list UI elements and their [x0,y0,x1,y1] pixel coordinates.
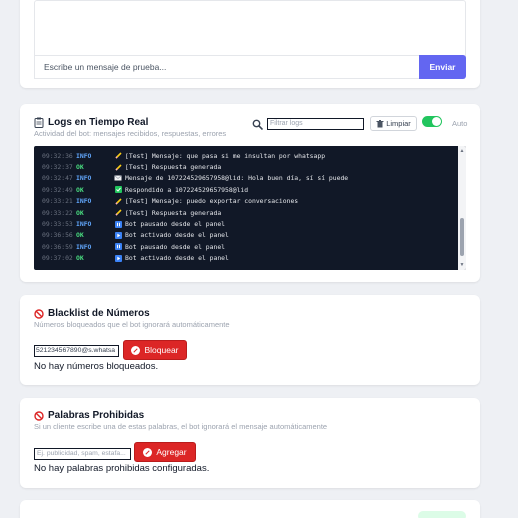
send-button[interactable]: Enviar [419,55,466,79]
prohibited-icon [34,410,44,421]
prohibited-icon [34,308,44,319]
log-entry: 09:36:59 INFO Bot pausado desde el panel [42,241,452,252]
log-timestamp: 09:32:47 [42,174,73,183]
block-number-button[interactable]: Bloquear [123,340,187,360]
pencil-icon [113,152,123,160]
log-lines: 09:32:36 INFO [Test] Mensaje: que pasa si … [42,150,452,264]
check-square-icon [113,186,123,194]
log-timestamp: 09:37:02 [42,254,73,263]
log-timestamp: 09:33:22 [42,208,73,217]
forbidden-words-title-text: Palabras Prohibidas [48,410,145,421]
blacklist-title-text: Blacklist de Números [48,308,150,319]
logs-title: Logs en Tiempo Real [34,117,148,128]
pencil-icon [113,209,123,217]
log-message: [Test] Respuesta generada [125,208,222,217]
log-level: INFO [76,220,92,229]
auto-scroll-toggle[interactable] [422,116,442,127]
block-button-label: Bloquear [144,345,179,355]
forbidden-word-input[interactable]: Ej. publicidad, spam, estafa... [34,448,131,460]
forbidden-words-empty-text: No hay palabras prohibidas configuradas. [34,463,210,474]
log-timestamp: 09:32:36 [42,151,73,160]
log-timestamp: 09:33:21 [42,197,73,206]
auto-scroll-label: Auto [452,119,468,128]
envelope-icon [113,174,123,182]
pause-square-icon [113,220,123,228]
forbidden-words-card: Palabras Prohibidas Si un cliente escrib… [20,398,480,488]
pencil-icon [113,163,123,171]
log-entry: 09:32:36 INFO [Test] Mensaje: que pasa si … [42,150,452,161]
status-badge [418,511,466,518]
log-message: Mensaje de 107224529657958@lid: Hola bue… [125,174,349,183]
clear-logs-button[interactable]: Limpiar [370,116,417,131]
log-entry: 09:33:22 OK [Test] Respuesta generada [42,207,452,218]
logs-terminal: 09:32:36 INFO [Test] Mensaje: que pasa si … [34,146,466,270]
chat-messages-area [34,0,466,62]
logs-subtitle: Actividad del bot: mensajes recibidos, r… [34,129,227,138]
trash-icon [376,119,384,127]
log-level: INFO [76,151,92,160]
clear-logs-label: Limpiar [386,119,411,128]
block-icon [143,447,153,457]
log-message: Bot pausado desde el panel [125,242,226,251]
logs-scrollbar[interactable]: ▲ ▼ [458,146,466,270]
log-message: [Test] Mensaje: puedo exportar conversac… [125,197,299,206]
add-word-button[interactable]: Agregar [134,442,196,462]
play-square-icon [113,254,123,262]
log-timestamp: 09:32:37 [42,163,73,172]
blacklist-title: Blacklist de Números [34,308,150,319]
log-level: INFO [76,197,92,206]
log-entry: 09:32:37 OK [Test] Respuesta generada [42,161,452,172]
log-entry: 09:33:53 INFO Bot pausado desde el panel [42,218,452,229]
next-card [20,500,480,518]
clipboard-icon [34,117,44,128]
log-level: INFO [76,174,92,183]
forbidden-words-title: Palabras Prohibidas [34,410,144,421]
chat-input-row: Escribe un mensaje de prueba... Enviar [34,55,466,79]
log-entry: 09:32:47 INFO Mensaje de 107224529657958@l… [42,173,452,184]
blacklist-card: Blacklist de Números Números bloqueados … [20,295,480,385]
search-icon [252,119,263,130]
log-message: Bot pausado desde el panel [125,220,226,229]
scroll-down-arrow-icon[interactable]: ▼ [459,262,465,268]
chat-message-input[interactable]: Escribe un mensaje de prueba... [34,55,419,79]
log-timestamp: 09:32:49 [42,185,73,194]
log-entry: 09:36:56 OK Bot activado desde el panel [42,230,452,241]
scroll-up-arrow-icon[interactable]: ▲ [459,148,465,154]
log-message: Bot activado desde el panel [125,254,229,263]
log-entry: 09:32:49 OK Respondido a 107224529657958@l… [42,184,452,195]
filter-logs-input[interactable]: Filtrar logs [267,118,364,130]
log-timestamp: 09:33:53 [42,220,73,229]
log-level: INFO [76,242,92,251]
log-message: [Test] Respuesta generada [125,163,222,172]
log-message: Bot activado desde el panel [125,231,229,240]
log-timestamp: 09:36:56 [42,231,73,240]
log-timestamp: 09:36:59 [42,242,73,251]
pause-square-icon [113,243,123,251]
forbidden-words-subtitle: Si un cliente escribe una de estas palab… [34,422,328,431]
log-message: [Test] Mensaje: que pasa si me insultan … [125,151,326,160]
log-level: OK [76,163,84,172]
scrollbar-thumb[interactable] [460,218,464,256]
blacklist-number-input[interactable]: 5212345678​90@s.whatsa [34,345,119,357]
logs-card: Logs en Tiempo Real Actividad del bot: m… [20,104,480,282]
log-level: OK [76,208,84,217]
play-square-icon [113,231,123,239]
block-icon [131,345,141,355]
add-word-button-label: Agregar [156,447,187,457]
pencil-icon [113,197,123,205]
log-level: OK [76,254,84,263]
log-entry: 09:37:02 OK Bot activado desde el panel [42,253,452,264]
blacklist-subtitle: Números bloqueados que el bot ignorará a… [34,320,230,329]
log-message: Respondido a 107224529657958@lid [125,185,249,194]
logs-title-text: Logs en Tiempo Real [48,117,149,128]
log-level: OK [76,231,84,240]
log-entry: 09:33:21 INFO [Test] Mensaje: puedo export… [42,196,452,207]
blacklist-empty-text: No hay números bloqueados. [34,361,159,372]
log-level: OK [76,185,84,194]
